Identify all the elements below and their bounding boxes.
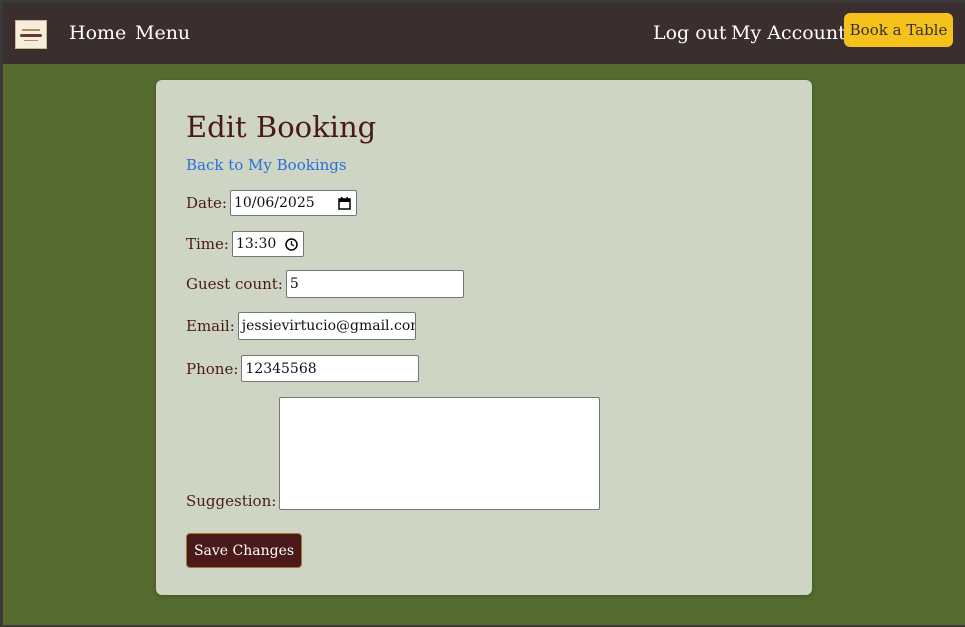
page: Home Menu Log out My Account Book a Tabl… bbox=[3, 3, 965, 625]
guest-count-label: Guest count: bbox=[186, 275, 283, 293]
nav-home-link[interactable]: Home bbox=[69, 22, 126, 44]
email-row: Email: jessievirtucio@gmail.com bbox=[186, 312, 416, 340]
suggestion-row: Suggestion: bbox=[186, 397, 601, 510]
suggestion-label: Suggestion: bbox=[186, 492, 277, 510]
suggestion-textarea[interactable] bbox=[279, 397, 601, 510]
guest-count-row: Guest count: 5 bbox=[186, 270, 464, 298]
calendar-icon[interactable] bbox=[338, 196, 352, 210]
date-row: Date: 10/06/2025 bbox=[186, 190, 357, 216]
restaurant-logo[interactable] bbox=[15, 20, 47, 49]
date-input[interactable]: 10/06/2025 bbox=[229, 190, 357, 216]
edit-booking-card: Edit Booking Back to My Bookings Date: 1… bbox=[156, 80, 812, 595]
email-field[interactable]: jessievirtucio@gmail.com bbox=[237, 312, 416, 340]
time-input[interactable]: 13:30 bbox=[231, 231, 304, 257]
date-value: 10/06/2025 bbox=[233, 195, 315, 211]
back-to-bookings-link[interactable]: Back to My Bookings bbox=[186, 156, 347, 174]
date-label: Date: bbox=[186, 194, 227, 212]
book-table-button[interactable]: Book a Table bbox=[844, 13, 953, 47]
page-title: Edit Booking bbox=[186, 110, 377, 144]
nav-menu-link[interactable]: Menu bbox=[135, 22, 190, 44]
guest-count-input[interactable]: 5 bbox=[285, 270, 464, 298]
logo-mark bbox=[24, 39, 38, 41]
time-label: Time: bbox=[186, 235, 229, 253]
time-value: 13:30 bbox=[235, 236, 277, 252]
save-changes-button[interactable]: Save Changes bbox=[186, 533, 302, 568]
logo-mark bbox=[20, 33, 42, 37]
time-row: Time: 13:30 bbox=[186, 231, 304, 257]
logo-mark bbox=[22, 28, 40, 31]
phone-field[interactable]: 12345568 bbox=[241, 355, 420, 382]
phone-label: Phone: bbox=[186, 359, 239, 378]
clock-icon[interactable] bbox=[285, 237, 299, 251]
phone-row: Phone: 12345568 bbox=[186, 355, 420, 382]
nav-my-account-link[interactable]: My Account bbox=[731, 22, 846, 44]
nav-logout-link[interactable]: Log out bbox=[653, 22, 727, 44]
navbar: Home Menu Log out My Account Book a Tabl… bbox=[3, 3, 965, 64]
email-label: Email: bbox=[186, 317, 235, 335]
